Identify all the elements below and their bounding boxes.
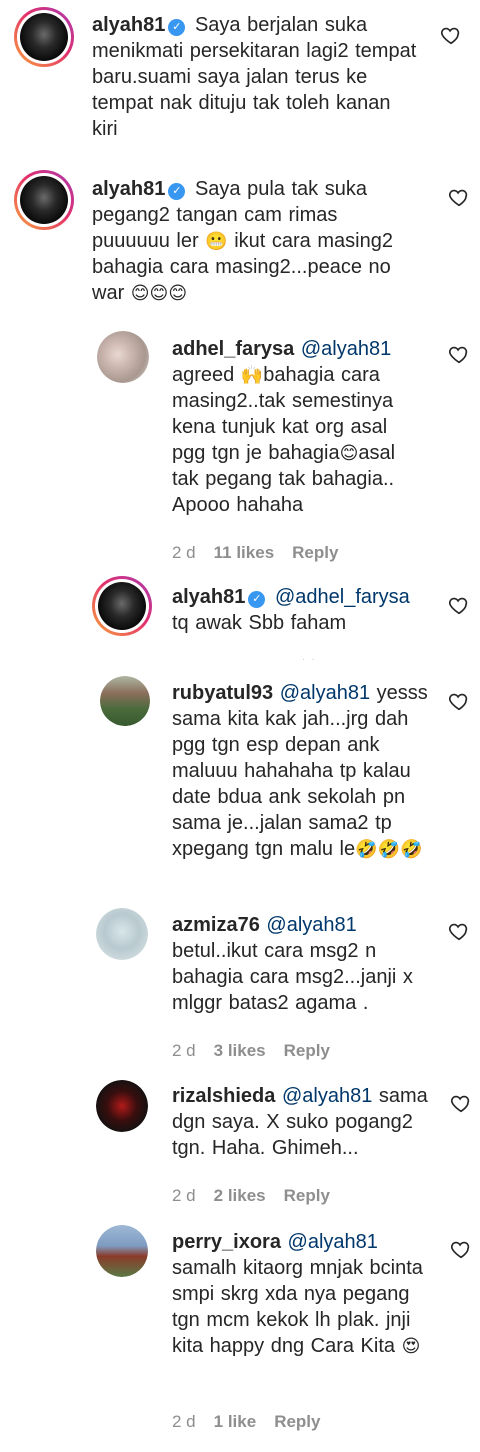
comment-body: alyah81 ✓ Saya berjalan suka menikmati pe… <box>92 12 422 142</box>
username[interactable]: rizalshieda <box>172 1085 275 1107</box>
comment-meta: 2 d 11 likes Reply <box>172 543 338 563</box>
comment-body: adhel_farysa @alyah81 agreed 🙌bahagia ca… <box>172 336 422 518</box>
timestamp: 2 d <box>172 1186 196 1205</box>
comment-body: rubyatul93 @alyah81 yesss sama kita kak … <box>172 680 434 862</box>
username[interactable]: rubyatul93 <box>172 682 273 704</box>
timestamp: 2 d <box>172 543 196 562</box>
laughing-emoji: 🤣🤣🤣 <box>355 839 423 859</box>
comment-meta: 2 d 3 likes Reply <box>172 1041 330 1061</box>
verified-badge-icon: ✓ <box>168 183 186 200</box>
comment-text: agreed <box>172 364 235 386</box>
likes-count[interactable]: 3 likes <box>214 1041 266 1060</box>
comment-body: perry_ixora @alyah81 samalh kitaorg mnja… <box>172 1229 434 1359</box>
comment-meta: 2 d 2 likes Reply <box>172 1186 330 1206</box>
mention-link[interactable]: @alyah81 <box>280 682 370 704</box>
heart-outline-icon[interactable] <box>448 594 470 616</box>
likes-count[interactable]: 11 likes <box>214 543 275 562</box>
username[interactable]: alyah81 <box>92 178 165 200</box>
heart-outline-icon[interactable] <box>448 920 470 942</box>
comment-body: alyah81 ✓ @adhel_farysa tq awak Sbb faham <box>172 584 432 636</box>
comment-text: tq awak Sbb faham <box>172 612 347 634</box>
username[interactable]: alyah81 <box>92 14 165 36</box>
grimace-emoji: 😬 <box>205 231 228 251</box>
verified-badge-icon: ✓ <box>168 19 186 36</box>
likes-count[interactable]: 2 likes <box>214 1186 266 1205</box>
comment-text: samalh kitaorg mnjak bcinta smpi skrg xd… <box>172 1257 423 1357</box>
username[interactable]: adhel_farysa <box>172 338 294 360</box>
avatar[interactable] <box>14 7 74 67</box>
avatar[interactable] <box>96 1080 148 1132</box>
heart-outline-icon[interactable] <box>448 343 470 365</box>
mention-link[interactable]: @alyah81 <box>288 1231 378 1253</box>
raised-hands-emoji: 🙌 <box>240 365 264 385</box>
smile-emoji: 😊😊😊 <box>130 283 188 303</box>
mention-link[interactable]: @alyah81 <box>282 1085 372 1107</box>
reply-button[interactable]: Reply <box>292 543 338 562</box>
comment-meta: 2 d 1 like Reply <box>172 1412 320 1432</box>
mention-link[interactable]: @adhel_farysa <box>275 586 410 608</box>
heart-eyes-emoji: 😍 <box>401 1336 421 1356</box>
username[interactable]: azmiza76 <box>172 914 260 936</box>
timestamp: 2 d <box>172 1041 196 1060</box>
reply-button[interactable]: Reply <box>284 1041 330 1060</box>
comment-text: betul..ikut cara msg2 n bahagia cara msg… <box>172 940 413 1014</box>
avatar[interactable] <box>14 170 74 230</box>
heart-outline-icon[interactable] <box>450 1092 472 1114</box>
heart-outline-icon[interactable] <box>448 186 470 208</box>
smile-emoji: 😊 <box>339 443 359 463</box>
avatar[interactable] <box>96 1225 148 1277</box>
verified-badge-icon: ✓ <box>248 591 266 608</box>
heart-outline-icon[interactable] <box>448 690 470 712</box>
avatar[interactable] <box>92 576 152 636</box>
heart-outline-icon[interactable] <box>450 1238 472 1260</box>
divider-dots: ·· <box>302 654 321 665</box>
avatar[interactable] <box>100 676 150 726</box>
comment-body: rizalshieda @alyah81 sama dgn saya. X su… <box>172 1083 434 1161</box>
username[interactable]: perry_ixora <box>172 1231 281 1253</box>
mention-link[interactable]: @alyah81 <box>266 914 356 936</box>
comment-text: yesss sama kita kak jah...jrg dah pgg tg… <box>172 682 428 860</box>
comment-body: alyah81 ✓ Saya pula tak suka pegang2 tang… <box>92 176 412 306</box>
timestamp: 2 d <box>172 1412 196 1431</box>
reply-button[interactable]: Reply <box>274 1412 320 1431</box>
reply-button[interactable]: Reply <box>284 1186 330 1205</box>
comment-body: azmiza76 @alyah81 betul..ikut cara msg2 … <box>172 912 434 1016</box>
avatar[interactable] <box>97 331 149 383</box>
username[interactable]: alyah81 <box>172 586 245 608</box>
likes-count[interactable]: 1 like <box>214 1412 257 1431</box>
avatar[interactable] <box>96 908 148 960</box>
mention-link[interactable]: @alyah81 <box>301 338 391 360</box>
heart-outline-icon[interactable] <box>440 24 462 46</box>
